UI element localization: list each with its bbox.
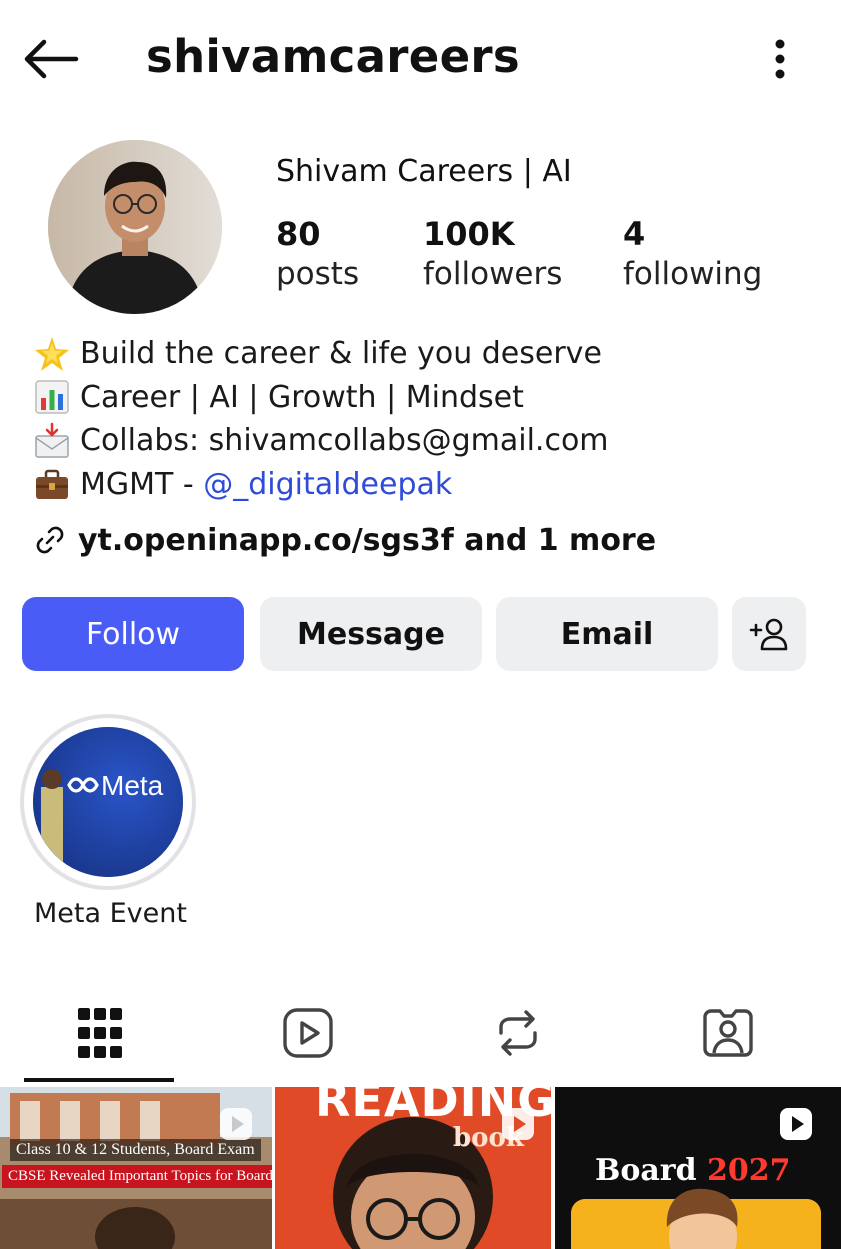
reposts-icon — [499, 1010, 537, 1056]
profile-tabs — [0, 990, 841, 1084]
follow-button[interactable]: Follow — [22, 597, 244, 671]
grid-icon — [78, 1008, 122, 1058]
bio-line: Collabs: shivamcollabs@gmail.com — [32, 419, 609, 463]
post-thumbnail[interactable]: Board 2027 — [555, 1087, 841, 1249]
following-count-value: 4 — [623, 215, 646, 253]
profile-bio: Build the career & life you deserve Care… — [32, 332, 609, 506]
external-link-text: yt.openinapp.co/sgs3f and 1 more — [78, 522, 657, 558]
followers-count-label: followers — [423, 256, 563, 292]
post-title: Board 2027 — [595, 1153, 791, 1188]
following-count[interactable]: 4 following — [623, 214, 762, 294]
back-button[interactable] — [20, 34, 82, 84]
envelope-arrow-icon — [32, 421, 72, 461]
glowing-star-icon — [32, 334, 72, 374]
highlight-label: Meta Event — [34, 898, 187, 929]
tab-tagged[interactable] — [688, 998, 768, 1068]
profile-photo — [48, 140, 222, 314]
tagged-icon — [703, 1009, 753, 1057]
add-person-icon — [749, 618, 788, 651]
tab-posts[interactable] — [60, 998, 140, 1068]
external-link[interactable]: yt.openinapp.co/sgs3f and 1 more — [32, 522, 656, 558]
top-bar: shivamcareers — [0, 0, 841, 120]
arrow-left-icon — [24, 39, 79, 79]
highlight-cover: Meta — [33, 727, 183, 877]
reel-badge-icon — [780, 1108, 812, 1140]
active-tab-indicator — [24, 1078, 174, 1082]
profile-avatar[interactable] — [48, 140, 222, 314]
post-caption-line: CBSE Revealed Important Topics for Board… — [2, 1165, 272, 1188]
bio-text: Career | AI | Growth | Mindset — [80, 379, 524, 415]
followers-count[interactable]: 100K followers — [423, 214, 562, 294]
story-highlight[interactable]: Meta — [20, 714, 196, 890]
bio-text: Build the career & life you deserve — [80, 336, 602, 371]
bio-line: Build the career & life you deserve — [32, 332, 609, 376]
reel-badge-icon — [220, 1108, 252, 1140]
post-thumbnail[interactable]: Class 10 & 12 Students, Board Exam CBSE … — [0, 1087, 272, 1249]
posts-count-label: posts — [276, 256, 360, 292]
link-icon — [36, 526, 64, 554]
posts-count-value: 80 — [276, 215, 321, 253]
profile-display-name: Shivam Careers | AI — [276, 154, 572, 189]
bar-chart-icon — [32, 377, 72, 417]
reel-badge-icon — [502, 1108, 534, 1140]
profile-username: shivamcareers — [146, 30, 520, 83]
more-options-button[interactable] — [760, 34, 800, 84]
more-vertical-icon — [775, 39, 785, 79]
tab-reels[interactable] — [268, 998, 348, 1068]
tab-reposts[interactable] — [478, 998, 558, 1068]
post-title-prefix: Board — [595, 1153, 708, 1188]
bio-text: Collabs: shivamcollabs@gmail.com — [80, 423, 609, 458]
highlight-cover-text: Meta — [101, 770, 164, 801]
post-thumbnail[interactable]: READING book — [275, 1087, 551, 1249]
briefcase-icon — [32, 464, 72, 504]
posts-count[interactable]: 80 posts — [276, 214, 359, 294]
bio-line: Career | AI | Growth | Mindset — [32, 376, 609, 420]
following-count-label: following — [623, 256, 763, 292]
bio-text: MGMT - — [80, 466, 204, 502]
mention-link[interactable]: @_digitaldeepak — [203, 463, 452, 507]
message-button[interactable]: Message — [260, 597, 482, 671]
followers-count-value: 100K — [423, 215, 515, 253]
bio-line: MGMT - @_digitaldeepak — [32, 463, 609, 507]
post-title-year: 2027 — [707, 1153, 791, 1188]
reels-icon — [283, 1008, 333, 1058]
suggested-people-button[interactable] — [732, 597, 806, 671]
email-button[interactable]: Email — [496, 597, 718, 671]
